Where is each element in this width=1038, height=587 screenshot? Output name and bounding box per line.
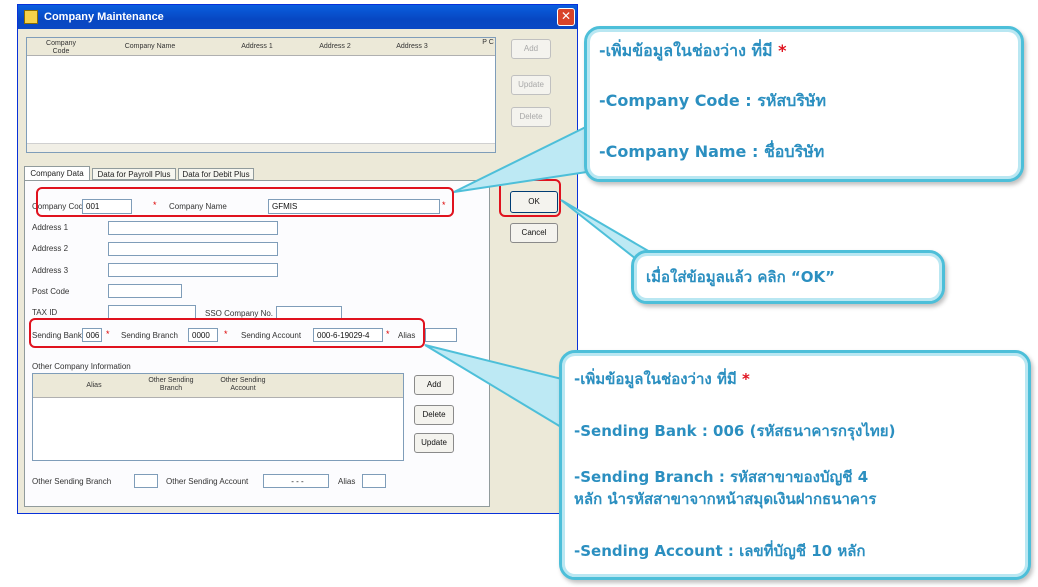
highlight-company-fields bbox=[36, 187, 454, 217]
callout-bottom-line4: -Sending Account : เลขที่บัญชี 10 หลัก bbox=[574, 542, 866, 560]
other-sending-branch-label: Other Sending Branch bbox=[32, 477, 112, 486]
taxid-label: TAX ID bbox=[32, 308, 58, 317]
postcode-label: Post Code bbox=[32, 287, 70, 296]
address3-input[interactable] bbox=[108, 263, 278, 277]
other-update-button[interactable]: Update bbox=[414, 433, 454, 453]
callout-company-fields: -เพิ่มข้อมูลในช่องว่าง ที่มี * -Company … bbox=[584, 26, 1024, 182]
grid-header-company-code[interactable]: Company Code bbox=[41, 40, 81, 56]
tab-debit-plus[interactable]: Data for Debit Plus bbox=[178, 168, 254, 180]
tab-company-data[interactable]: Company Data bbox=[24, 166, 90, 180]
other-info-grid[interactable]: Alias Other Sending Branch Other Sending… bbox=[32, 373, 404, 461]
other-sending-branch-input[interactable] bbox=[134, 474, 158, 488]
grid-update-button[interactable]: Update bbox=[511, 75, 551, 95]
other-header-account[interactable]: Other Sending Account bbox=[213, 377, 273, 393]
taxid-input[interactable] bbox=[108, 305, 196, 319]
cancel-button[interactable]: Cancel bbox=[510, 223, 558, 243]
grid-header-address-3[interactable]: Address 3 bbox=[387, 43, 437, 51]
grid-header-address-2[interactable]: Address 2 bbox=[310, 43, 360, 51]
grid-horizontal-scrollbar[interactable] bbox=[27, 143, 495, 152]
callout-bottom-line3a: -Sending Branch : รหัสสาขาของบัญชี 4 bbox=[574, 468, 869, 486]
alias-input[interactable] bbox=[425, 328, 457, 342]
other-delete-button[interactable]: Delete bbox=[414, 405, 454, 425]
callout-sending-fields: -เพิ่มข้อมูลในช่องว่าง ที่มี * -Sending … bbox=[559, 350, 1031, 580]
callout-middle-text: เมื่อใส่ข้อมูลแล้ว คลิก “OK” bbox=[646, 268, 835, 286]
highlight-sending-fields bbox=[29, 318, 425, 348]
grid-header-postcode[interactable]: P C bbox=[482, 39, 494, 47]
tab-payroll-plus[interactable]: Data for Payroll Plus bbox=[92, 168, 176, 180]
other-info-label: Other Company Information bbox=[32, 362, 131, 371]
other-alias-input[interactable] bbox=[362, 474, 386, 488]
callout-top-line1: -เพิ่มข้อมูลในช่องว่าง ที่มี * bbox=[599, 41, 787, 60]
sso-label: SSO Company No. bbox=[205, 309, 274, 318]
other-header-branch[interactable]: Other Sending Branch bbox=[141, 377, 201, 393]
postcode-input[interactable] bbox=[108, 284, 182, 298]
window-title: Company Maintenance bbox=[44, 11, 164, 23]
title-bar: Company Maintenance bbox=[18, 5, 577, 29]
address2-label: Address 2 bbox=[32, 244, 69, 253]
grid-delete-button[interactable]: Delete bbox=[511, 107, 551, 127]
callout-bottom-line3b: หลัก นำรหัสสาขาจากหน้าสมุดเงินฝากธนาคาร bbox=[574, 490, 877, 508]
address1-input[interactable] bbox=[108, 221, 278, 235]
other-sending-account-label: Other Sending Account bbox=[166, 477, 249, 486]
other-sending-account-input[interactable]: - - - bbox=[263, 474, 329, 488]
address1-label: Address 1 bbox=[32, 223, 69, 232]
app-icon bbox=[24, 10, 38, 24]
other-alias-label: Alias bbox=[338, 477, 356, 486]
callout-bottom-line2: -Sending Bank : 006 (รหัสธนาคารกรุงไทย) bbox=[574, 422, 896, 440]
callout-bottom-line1: -เพิ่มข้อมูลในช่องว่าง ที่มี * bbox=[574, 370, 750, 388]
highlight-ok-button bbox=[499, 179, 561, 217]
company-maintenance-window: Company Maintenance ✕ Company Code Compa… bbox=[17, 4, 578, 514]
other-add-button[interactable]: Add bbox=[414, 375, 454, 395]
address3-label: Address 3 bbox=[32, 266, 69, 275]
grid-add-button[interactable]: Add bbox=[511, 39, 551, 59]
other-header-alias[interactable]: Alias bbox=[69, 382, 119, 390]
close-button[interactable]: ✕ bbox=[557, 8, 575, 26]
callout-top-line2: -Company Code : รหัสบริษัท bbox=[599, 91, 827, 110]
address2-input[interactable] bbox=[108, 242, 278, 256]
grid-header-company-name[interactable]: Company Name bbox=[115, 43, 185, 51]
company-grid[interactable]: Company Code Company Name Address 1 Addr… bbox=[26, 37, 496, 153]
grid-header-address-1[interactable]: Address 1 bbox=[232, 43, 282, 51]
callout-top-line3: -Company Name : ชื่อบริษัท bbox=[599, 142, 825, 161]
callout-ok-instruction: เมื่อใส่ข้อมูลแล้ว คลิก “OK” bbox=[631, 250, 945, 304]
